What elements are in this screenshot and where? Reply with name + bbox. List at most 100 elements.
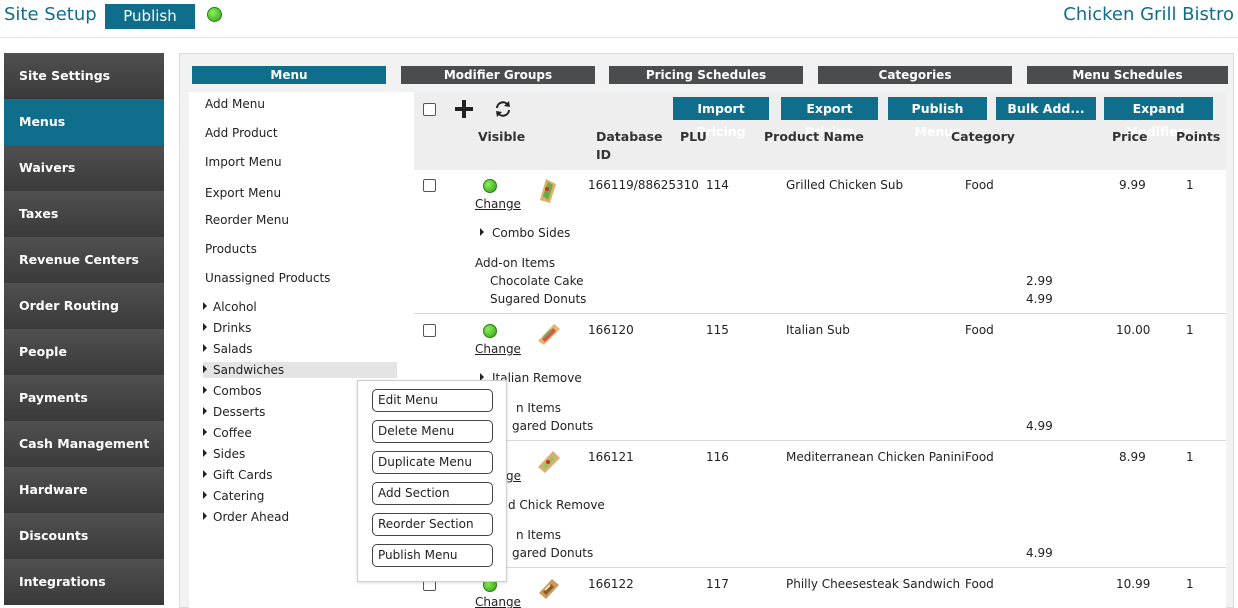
delete-menu-button[interactable]: Delete Menu bbox=[372, 420, 493, 443]
menu-context-menu: Edit Menu Delete Menu Duplicate Menu Add… bbox=[357, 380, 507, 582]
cell-product-name[interactable]: Philly Cheesesteak Sandwich bbox=[786, 577, 960, 591]
expand-arrow-icon bbox=[203, 491, 207, 499]
refresh-icon[interactable] bbox=[494, 100, 512, 118]
select-all-checkbox[interactable] bbox=[423, 103, 436, 116]
change-image-link[interactable]: Change bbox=[475, 342, 521, 356]
plus-icon[interactable] bbox=[454, 99, 474, 119]
column-product-name: Product Name bbox=[764, 129, 864, 144]
addon-name: Sugared Donuts bbox=[490, 292, 587, 306]
add-product-link[interactable]: Add Product bbox=[205, 126, 278, 140]
menu-item-combos[interactable]: Combos bbox=[203, 384, 262, 398]
modifier-group-toggle[interactable]: Combo Sides bbox=[480, 226, 570, 240]
menu-item-order-ahead[interactable]: Order Ahead bbox=[203, 510, 289, 524]
column-database: Database bbox=[596, 129, 663, 144]
cell-plu: 116 bbox=[706, 450, 729, 464]
cell-db-id: 166119/88625310 bbox=[588, 178, 699, 192]
menu-item-desserts[interactable]: Desserts bbox=[203, 405, 265, 419]
row-checkbox[interactable] bbox=[423, 179, 436, 192]
column-visible: Visible bbox=[478, 129, 526, 144]
duplicate-menu-button[interactable]: Duplicate Menu bbox=[372, 451, 493, 474]
bulk-add-button[interactable]: Bulk Add... bbox=[996, 97, 1096, 120]
menu-item-alcohol[interactable]: Alcohol bbox=[203, 300, 257, 314]
expand-arrow-icon bbox=[203, 449, 207, 457]
visible-status-icon[interactable] bbox=[483, 324, 497, 338]
change-image-link-partial[interactable]: ge bbox=[506, 469, 521, 483]
menu-item-sides[interactable]: Sides bbox=[203, 447, 245, 461]
change-image-link[interactable]: Change bbox=[475, 595, 521, 608]
cell-product-name[interactable]: Grilled Chicken Sub bbox=[786, 178, 903, 192]
visible-status-icon[interactable] bbox=[483, 179, 497, 193]
reorder-section-button[interactable]: Reorder Section bbox=[372, 513, 493, 536]
row-divider bbox=[414, 440, 1226, 441]
cell-category: Food bbox=[965, 323, 994, 337]
cell-product-name[interactable]: Italian Sub bbox=[786, 323, 850, 337]
row-checkbox[interactable] bbox=[423, 324, 436, 337]
sidebar-item-menus[interactable]: Menus bbox=[4, 99, 164, 145]
import-pricing-button[interactable]: Import Pricing bbox=[673, 97, 769, 139]
cell-price: 8.99 bbox=[1119, 450, 1146, 464]
unassigned-products-link[interactable]: Unassigned Products bbox=[205, 271, 330, 285]
product-image bbox=[536, 176, 560, 203]
cell-plu: 117 bbox=[706, 577, 729, 591]
addon-header-partial: n Items bbox=[516, 528, 561, 542]
addon-price: 4.99 bbox=[1026, 419, 1053, 433]
menu-item-catering[interactable]: Catering bbox=[203, 489, 264, 503]
cell-points: 1 bbox=[1186, 577, 1194, 591]
export-pricing-button[interactable]: Export Pricing bbox=[781, 97, 878, 139]
change-image-link[interactable]: Change bbox=[475, 197, 521, 211]
cell-price: 10.99 bbox=[1116, 577, 1151, 591]
publish-menu-button[interactable]: Publish Menu bbox=[372, 544, 493, 567]
addon-price: 2.99 bbox=[1026, 274, 1053, 288]
tab-modifier-groups[interactable]: Modifier Groups bbox=[401, 66, 595, 84]
cell-plu: 115 bbox=[706, 323, 729, 337]
publish-menus-button[interactable]: Publish Menus bbox=[888, 97, 987, 139]
cell-db-id: 166120 bbox=[588, 323, 634, 337]
sidebar-item-taxes[interactable]: Taxes bbox=[4, 191, 164, 237]
addon-price: 4.99 bbox=[1026, 546, 1053, 560]
tab-pricing-schedules[interactable]: Pricing Schedules bbox=[609, 66, 803, 84]
menu-item-coffee[interactable]: Coffee bbox=[203, 426, 252, 440]
modifier-group-partial[interactable]: d Chick Remove bbox=[508, 498, 605, 512]
add-menu-link[interactable]: Add Menu bbox=[205, 97, 265, 111]
addon-name: Chocolate Cake bbox=[490, 274, 584, 288]
sidebar-item-payments[interactable]: Payments bbox=[4, 375, 164, 421]
sidebar-item-integrations[interactable]: Integrations bbox=[4, 559, 164, 605]
sidebar-item-order-routing[interactable]: Order Routing bbox=[4, 283, 164, 329]
column-plu: PLU bbox=[680, 129, 707, 144]
expand-arrow-icon bbox=[203, 428, 207, 436]
product-image bbox=[536, 448, 560, 474]
tab-menu[interactable]: Menu bbox=[192, 66, 386, 84]
expand-arrow-icon bbox=[203, 344, 207, 352]
row-divider bbox=[414, 567, 1226, 568]
top-bar: Site Setup Publish Chicken Grill Bistro bbox=[0, 0, 1238, 38]
cell-product-name[interactable]: Mediterranean Chicken Panini bbox=[786, 450, 965, 464]
edit-menu-button[interactable]: Edit Menu bbox=[372, 389, 493, 412]
tab-categories[interactable]: Categories bbox=[818, 66, 1012, 84]
cell-db-id: 166122 bbox=[588, 577, 634, 591]
tab-menu-schedules[interactable]: Menu Schedules bbox=[1027, 66, 1228, 84]
add-section-button[interactable]: Add Section bbox=[372, 482, 493, 505]
sidebar-item-site-settings[interactable]: Site Settings bbox=[4, 53, 164, 99]
sidebar-item-waivers[interactable]: Waivers bbox=[4, 145, 164, 191]
sidebar-item-hardware[interactable]: Hardware bbox=[4, 467, 164, 513]
cell-category: Food bbox=[965, 450, 994, 464]
cell-price: 10.00 bbox=[1116, 323, 1151, 337]
menu-item-salads[interactable]: Salads bbox=[203, 342, 253, 356]
menu-item-gift-cards[interactable]: Gift Cards bbox=[203, 468, 273, 482]
import-menu-link[interactable]: Import Menu bbox=[205, 155, 282, 169]
sidebar-item-cash-management[interactable]: Cash Management bbox=[4, 421, 164, 467]
column-category: Category bbox=[951, 129, 1015, 144]
reorder-menu-link[interactable]: Reorder Menu bbox=[205, 213, 289, 227]
expand-modifiers-button[interactable]: Expand Modifiers bbox=[1104, 97, 1213, 139]
cell-category: Food bbox=[965, 178, 994, 192]
sidebar-item-revenue-centers[interactable]: Revenue Centers bbox=[4, 237, 164, 283]
products-link[interactable]: Products bbox=[205, 242, 257, 256]
sidebar-item-discounts[interactable]: Discounts bbox=[4, 513, 164, 559]
menu-item-sandwiches[interactable]: Sandwiches bbox=[203, 362, 397, 378]
addon-name-partial: gared Donuts bbox=[512, 546, 594, 560]
menu-item-drinks[interactable]: Drinks bbox=[203, 321, 251, 335]
publish-button[interactable]: Publish bbox=[105, 4, 195, 29]
sidebar-item-people[interactable]: People bbox=[4, 329, 164, 375]
addon-price: 4.99 bbox=[1026, 292, 1053, 306]
export-menu-link[interactable]: Export Menu bbox=[205, 186, 281, 200]
